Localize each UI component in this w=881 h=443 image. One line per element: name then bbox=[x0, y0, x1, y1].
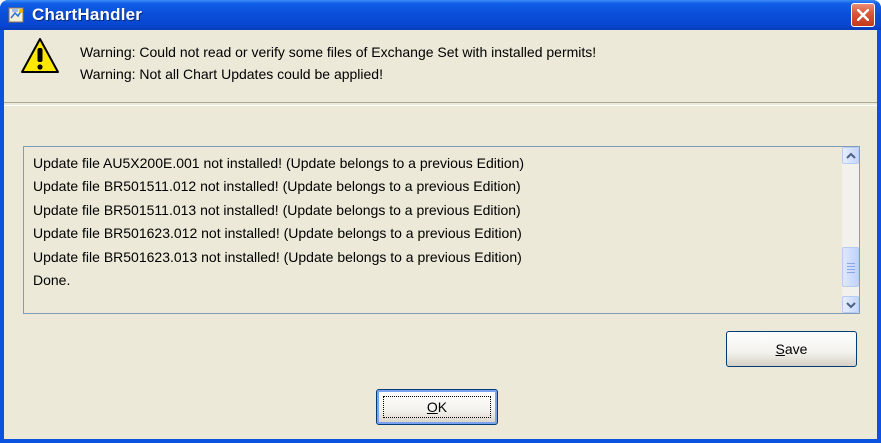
thumb-grip bbox=[847, 263, 855, 264]
log-lines: Update file AU5X200E.001 not installed! … bbox=[33, 152, 524, 292]
log-listbox[interactable]: Update file AU5X200E.001 not installed! … bbox=[23, 146, 860, 314]
log-line: Update file BR501511.012 not installed! … bbox=[33, 178, 521, 195]
log-line: Done. bbox=[33, 271, 71, 288]
warning-message-2: Warning: Not all Chart Updates could be … bbox=[80, 66, 383, 82]
save-mnemonic: S bbox=[775, 341, 785, 357]
close-icon bbox=[857, 9, 869, 21]
focus-rectangle bbox=[383, 396, 491, 418]
scroll-thumb[interactable] bbox=[842, 247, 859, 287]
scroll-down-button[interactable] bbox=[842, 296, 859, 313]
warning-icon bbox=[20, 37, 60, 80]
divider bbox=[4, 102, 877, 106]
chevron-down-icon bbox=[846, 302, 856, 309]
vertical-scrollbar[interactable] bbox=[842, 147, 859, 313]
thumb-grip bbox=[847, 266, 855, 267]
window-title: ChartHandler bbox=[32, 5, 143, 24]
dialog-window: ChartHandler Warning: Could not read or … bbox=[0, 0, 881, 443]
chevron-up-icon bbox=[846, 152, 856, 159]
log-line: Update file BR501511.013 not installed! … bbox=[33, 201, 521, 218]
log-line: Update file BR501623.012 not installed! … bbox=[33, 225, 522, 242]
scroll-up-button[interactable] bbox=[842, 147, 859, 164]
app-icon[interactable] bbox=[8, 6, 26, 24]
ok-button[interactable]: OK bbox=[376, 389, 498, 425]
save-button[interactable]: Save bbox=[726, 331, 857, 367]
title-bar[interactable]: ChartHandler bbox=[0, 0, 881, 30]
thumb-grip bbox=[847, 272, 855, 273]
log-line: Update file BR501623.013 not installed! … bbox=[33, 248, 522, 265]
save-label: ave bbox=[784, 341, 808, 357]
thumb-grip bbox=[847, 269, 855, 270]
close-button[interactable] bbox=[851, 3, 875, 27]
log-line: Update file AU5X200E.001 not installed! … bbox=[33, 155, 525, 171]
warning-message-1: Warning: Could not read or verify some f… bbox=[80, 44, 597, 60]
